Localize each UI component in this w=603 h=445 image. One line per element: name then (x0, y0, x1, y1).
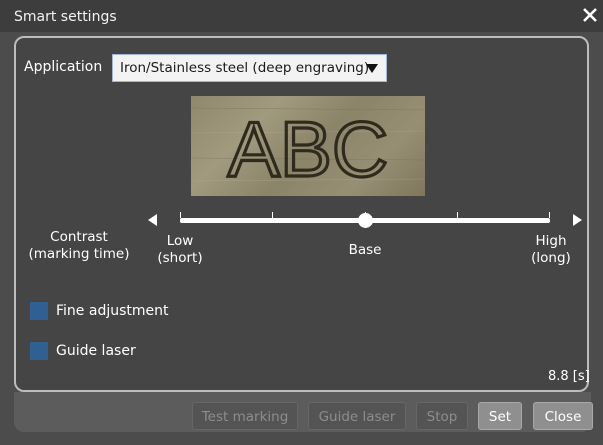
application-select[interactable]: Iron/Stainless steel (deep engraving) (112, 54, 387, 82)
contrast-slider[interactable] (172, 210, 558, 232)
set-button[interactable]: Set (478, 402, 522, 430)
slider-base-label: Base (348, 242, 382, 258)
fine-adjustment-label: Fine adjustment (56, 303, 169, 319)
slider-tick (549, 212, 550, 218)
slider-tick (457, 212, 458, 218)
application-label: Application (24, 59, 103, 75)
title-bar: Smart settings (0, 0, 603, 32)
window-title: Smart settings (14, 9, 117, 25)
decrease-contrast-arrow-icon[interactable] (148, 214, 157, 226)
engraved-sample-text: ABC (228, 105, 388, 193)
increase-contrast-arrow-icon[interactable] (573, 214, 582, 226)
checkbox-box[interactable] (30, 342, 48, 360)
application-select-value: Iron/Stainless steel (deep engraving) (120, 60, 370, 76)
chevron-down-icon[interactable] (366, 64, 378, 73)
slider-tick (180, 212, 181, 218)
test-marking-button[interactable]: Test marking (192, 402, 298, 430)
engraving-preview-image: ABC (191, 96, 425, 196)
slider-high-label: High (long) (531, 233, 571, 266)
checkbox-box[interactable] (30, 302, 48, 320)
guide-laser-label: Guide laser (56, 343, 136, 359)
close-button[interactable]: Close (533, 402, 593, 430)
stop-button[interactable]: Stop (416, 402, 468, 430)
engraved-metal-plate: ABC (191, 103, 425, 195)
contrast-label: Contrast (marking time) (28, 229, 130, 262)
guide-laser-button[interactable]: Guide laser (308, 402, 406, 430)
slider-low-label: Low (short) (157, 233, 203, 266)
slider-tick (272, 212, 273, 218)
slider-thumb[interactable] (357, 213, 373, 228)
close-icon[interactable] (580, 5, 600, 25)
marking-time-readout: 8.8 [s] (548, 369, 590, 384)
